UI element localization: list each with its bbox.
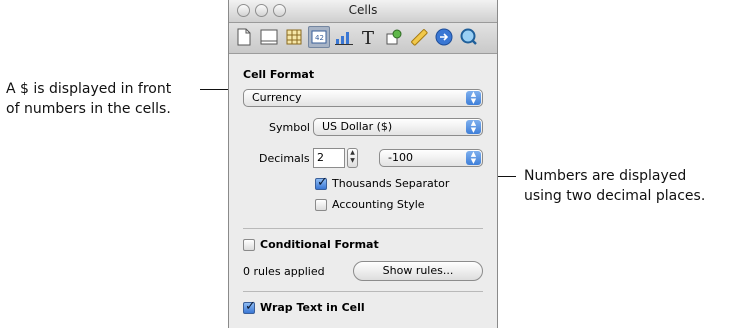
callout-currency-line1: A $ is displayed in front — [6, 81, 172, 97]
cells-inspector-window: Cells 42 T Cell Format Currency ▲ ▼ Symb… — [228, 0, 498, 328]
cell-format-value: Currency — [252, 91, 302, 104]
cell-format-popup[interactable]: Currency ▲ ▼ — [243, 89, 483, 107]
popup-arrows-icon: ▲ ▼ — [466, 91, 481, 105]
rules-applied-text: 0 rules applied — [243, 265, 325, 278]
thousands-separator-checkbox[interactable] — [315, 175, 328, 190]
title-bar: Cells — [229, 0, 497, 23]
show-rules-button[interactable]: Show rules... — [353, 261, 483, 281]
callout-currency-line2: of numbers in the cells. — [6, 101, 171, 117]
callout-currency: A $ is displayed in front of numbers in … — [6, 79, 171, 119]
wrap-text-checkbox[interactable] — [243, 299, 256, 314]
decimals-stepper[interactable]: ▲ ▼ — [347, 148, 358, 168]
conditional-format-checkbox[interactable] — [243, 239, 255, 251]
inspector-toolbar: 42 T — [229, 23, 497, 54]
callout-decimals-line2: using two decimal places. — [524, 188, 706, 204]
metrics-icon[interactable] — [408, 26, 430, 48]
cell-format-heading: Cell Format — [243, 68, 315, 81]
svg-text:42: 42 — [315, 34, 324, 42]
callout-decimals-line1: Numbers are displayed — [524, 168, 687, 184]
table-icon[interactable] — [283, 26, 305, 48]
thousands-separator-label: Thousands Separator — [332, 177, 450, 190]
divider — [243, 291, 483, 292]
divider — [243, 228, 483, 229]
conditional-format-label: Conditional Format — [260, 238, 379, 251]
svg-text:T: T — [362, 28, 374, 46]
currency-symbol-popup[interactable]: US Dollar ($) ▲ ▼ — [313, 118, 483, 136]
quicktime-icon[interactable] — [458, 26, 480, 48]
graphic-icon[interactable] — [383, 26, 405, 48]
wrap-text-label: Wrap Text in Cell — [260, 301, 365, 314]
currency-symbol-value: US Dollar ($) — [322, 120, 393, 133]
text-icon[interactable]: T — [358, 26, 380, 48]
window-title: Cells — [348, 3, 378, 17]
negative-format-value: -100 — [388, 151, 413, 164]
negative-format-popup[interactable]: -100 ▲ ▼ — [379, 149, 483, 167]
link-icon[interactable] — [433, 26, 455, 48]
accounting-style-label: Accounting Style — [332, 198, 425, 211]
callout-decimals: Numbers are displayed using two decimal … — [524, 166, 705, 206]
popup-arrows-icon: ▲ ▼ — [466, 151, 481, 165]
popup-arrows-icon: ▲ ▼ — [466, 120, 481, 134]
cells-icon[interactable]: 42 — [308, 26, 330, 48]
symbol-label: Symbol — [269, 121, 310, 134]
decimals-label: Decimals — [259, 152, 310, 165]
accounting-style-checkbox[interactable] — [315, 199, 327, 211]
decimals-field[interactable]: 2 — [313, 148, 345, 168]
chart-icon[interactable] — [333, 26, 355, 48]
document-icon[interactable] — [233, 26, 255, 48]
layout-icon[interactable] — [258, 26, 280, 48]
